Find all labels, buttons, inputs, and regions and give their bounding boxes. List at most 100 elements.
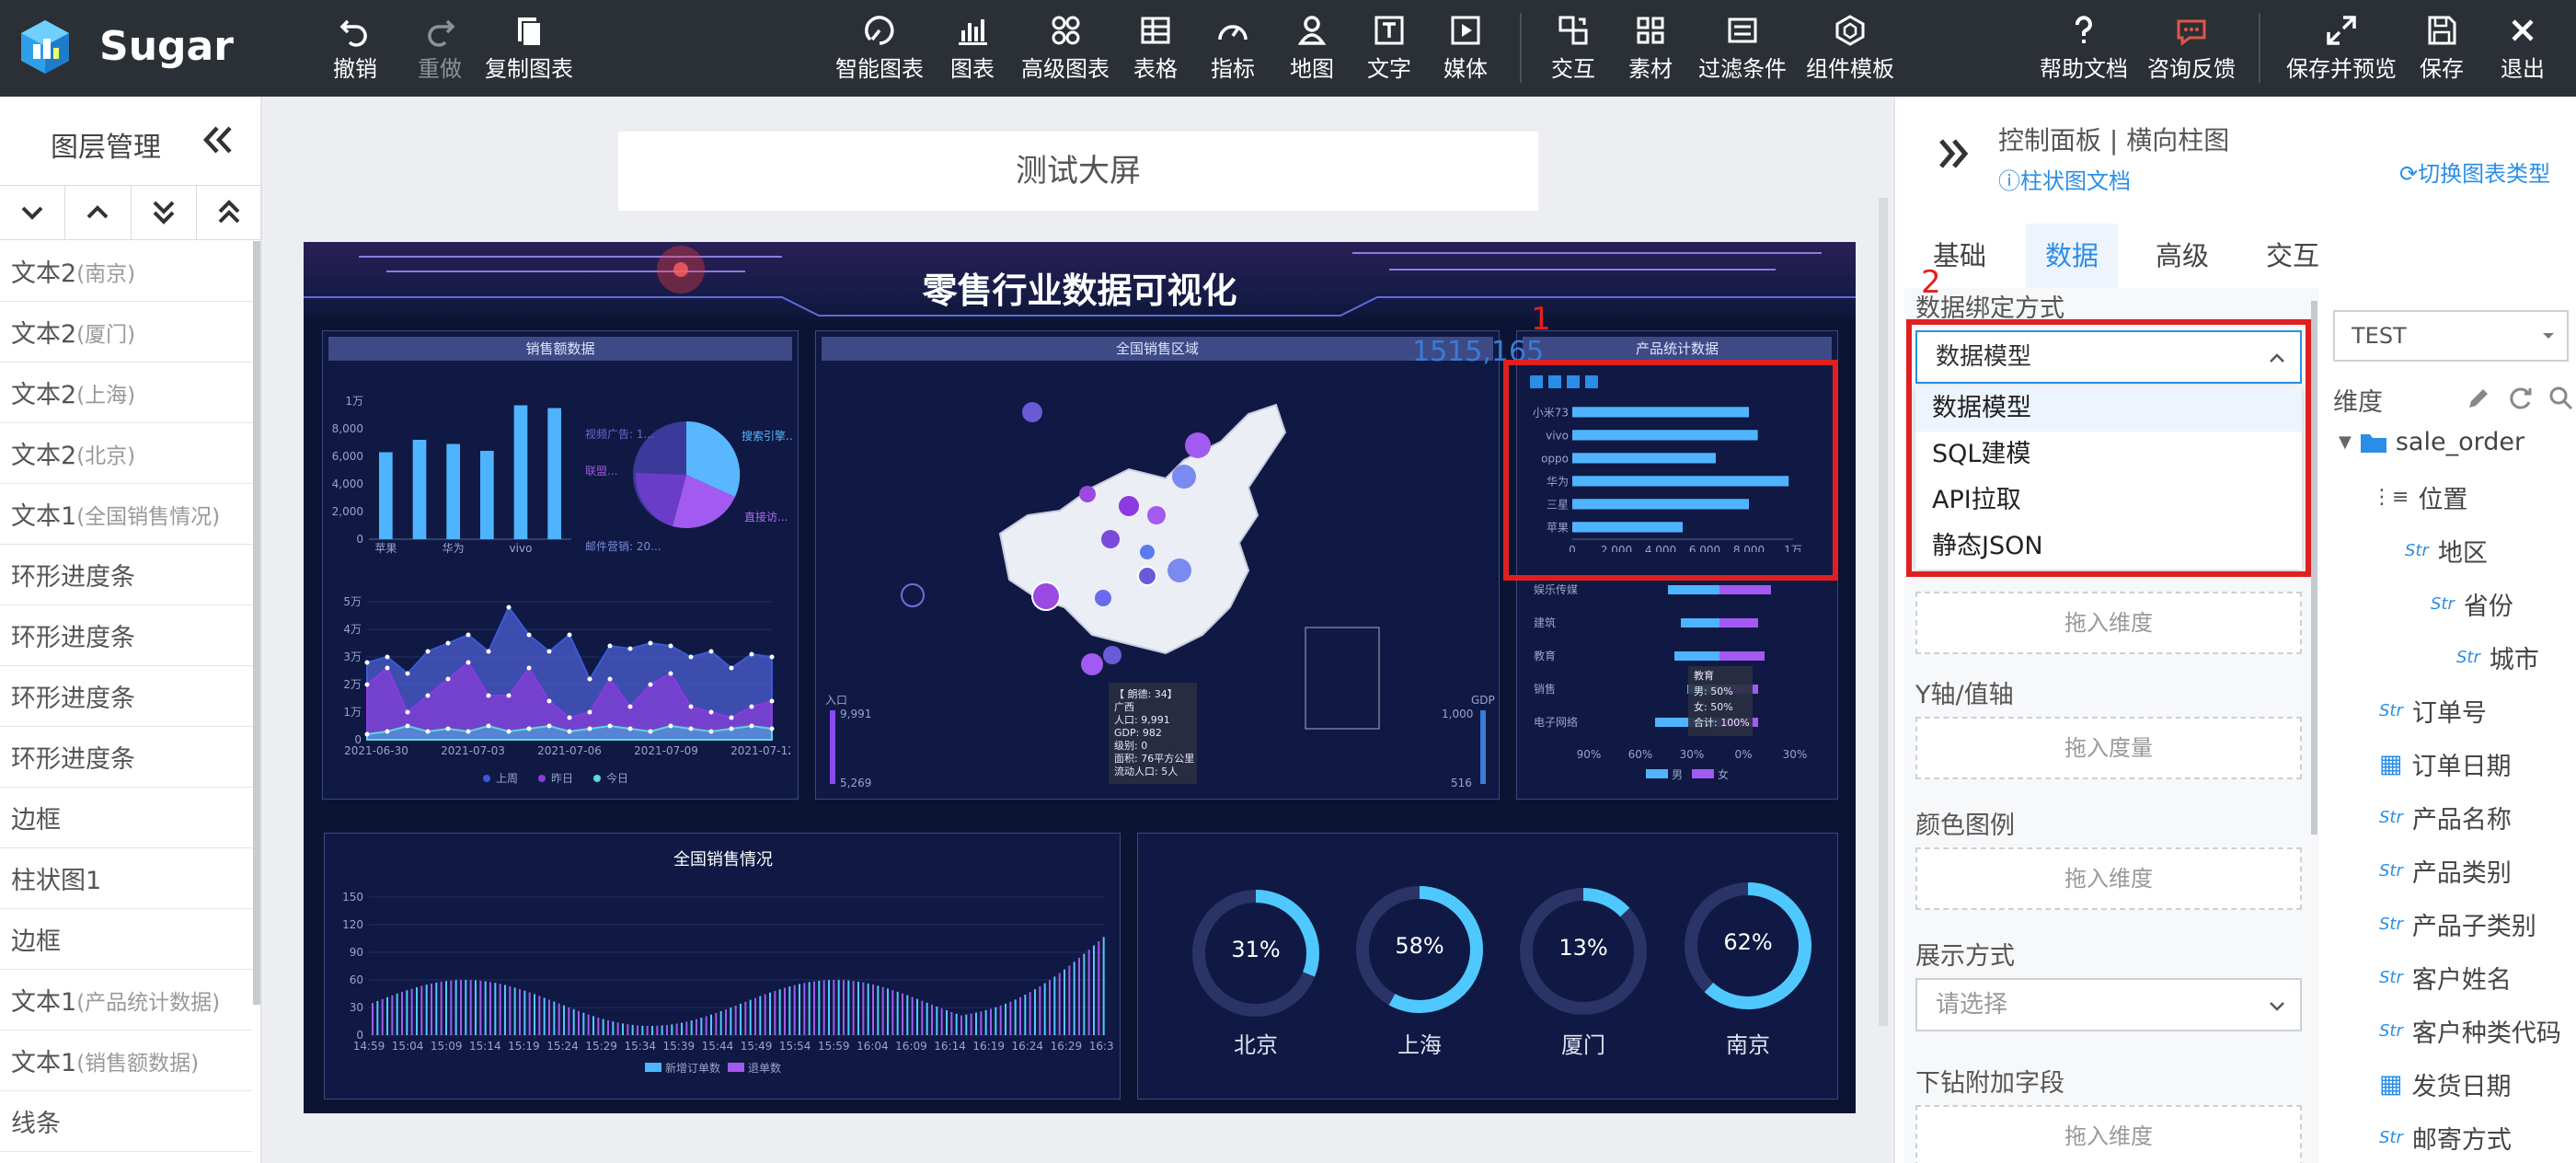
x-tick-label: 16:19 <box>972 1040 1005 1053</box>
switch-chart-type-button[interactable]: ⟳切换图表类型 <box>2399 155 2550 188</box>
filter-button[interactable]: 过滤条件 <box>1698 9 1787 88</box>
advanced-chart-button[interactable]: 高级图表 <box>1021 9 1110 88</box>
tree-field[interactable]: Str 邮寄方式 <box>2379 1120 2512 1156</box>
layer-panel-title: 图层管理 <box>51 132 161 164</box>
move-bottom-button[interactable] <box>132 186 197 239</box>
refresh-icon[interactable] <box>2506 384 2536 413</box>
move-up-button[interactable] <box>65 186 132 239</box>
tab-interaction[interactable]: 交互 <box>2247 224 2339 288</box>
tree-field[interactable]: Str 省份 <box>2431 586 2513 622</box>
redo-button[interactable]: 重做 <box>418 9 462 88</box>
field-name: 产品子类别 <box>2411 913 2536 941</box>
layer-scrollbar[interactable] <box>253 241 260 1005</box>
page-title[interactable]: 测试大屏 <box>618 132 1538 211</box>
series-point <box>385 654 390 660</box>
sales-panel[interactable]: 销售额数据 1万 8,000 6,000 4,000 2,000 0 苹果 华为 vivo 搜索… <box>322 330 799 800</box>
tree-field[interactable]: Str 城市 <box>2456 639 2539 675</box>
dataset-select[interactable]: TEST <box>2333 310 2569 362</box>
x-tick-label: 30% <box>1783 748 1808 761</box>
canvas-scrollbar[interactable] <box>1879 198 1888 1026</box>
tree-field[interactable]: Str 客户姓名 <box>2379 960 2512 996</box>
tree-field[interactable]: Str 产品子类别 <box>2379 906 2536 942</box>
edit-icon[interactable] <box>2464 384 2493 413</box>
legend-label: 上周 <box>496 772 518 785</box>
series-point <box>546 649 552 654</box>
color-drop-zone[interactable]: 拖入维度 <box>1915 847 2302 910</box>
help-doc-button[interactable]: 帮助文档 <box>2040 9 2128 88</box>
table-button[interactable]: 表格 <box>1133 9 1178 88</box>
x-tick-label: 16:04 <box>857 1040 889 1053</box>
tab-data[interactable]: 数据 <box>2026 224 2118 288</box>
tree-field[interactable]: Str 地区 <box>2405 533 2488 569</box>
layer-item[interactable]: 文本2 (上海) <box>0 363 253 423</box>
interaction-button[interactable]: 交互 <box>1551 9 1595 88</box>
china-map: 入口 9,991 5,269 GDP 1,000 516 【 朗德: 34】广西… <box>825 402 1495 789</box>
layer-item[interactable]: 柱状图1 <box>0 848 253 909</box>
layer-item[interactable]: 环形进度条 <box>0 666 253 727</box>
smart-chart-icon <box>865 16 894 45</box>
text-button[interactable]: 文字 <box>1367 9 1411 88</box>
tree-field[interactable]: ▦ 发货日期 <box>2379 1066 2512 1102</box>
layer-item[interactable]: 环形进度条 <box>0 545 253 605</box>
assets-button[interactable]: 素材 <box>1628 9 1673 88</box>
series-point <box>425 693 431 698</box>
tree-field[interactable]: Str 产品类别 <box>2379 853 2512 889</box>
layer-item[interactable]: 文本2 (南京) <box>0 241 253 302</box>
layer-item[interactable]: 环形进度条 <box>0 605 253 666</box>
tree-field[interactable]: ▦ 订单日期 <box>2379 746 2512 782</box>
tab-advanced[interactable]: 高级 <box>2136 224 2228 288</box>
undo-button[interactable]: 撤销 <box>333 9 377 88</box>
save-button[interactable]: 保存 <box>2420 9 2464 88</box>
layer-item[interactable]: 文本1 (销售额数据) <box>0 1031 253 1091</box>
map-tooltip-line: 【 朗德: 34】 <box>1114 687 1178 700</box>
media-button[interactable]: 媒体 <box>1443 9 1488 88</box>
copy-chart-button[interactable]: 复制图表 <box>485 9 573 88</box>
collapse-left-icon[interactable] <box>197 119 239 161</box>
dimension-drop-zone[interactable]: 拖入维度 <box>1915 592 2302 654</box>
layer-item[interactable]: 环形进度条 <box>0 727 253 788</box>
city-progress-panel[interactable]: 31% 58% 13% 62% 北京 上海 厦门 南京 <box>1137 833 1838 1100</box>
move-down-button[interactable] <box>0 186 66 239</box>
x-tick-label: 15:59 <box>818 1040 850 1053</box>
tree-root[interactable]: ▼ sale_order <box>2339 428 2524 456</box>
feedback-button[interactable]: 咨询反馈 <box>2147 9 2236 88</box>
metric-button[interactable]: 指标 <box>1211 9 1255 88</box>
smart-chart-button[interactable]: 智能图表 <box>835 9 924 88</box>
tree-node-location[interactable]: ⋮≡ 位置 <box>2372 479 2467 515</box>
series-point <box>466 632 471 638</box>
expand-right-icon[interactable] <box>1932 132 1976 176</box>
tree-field[interactable]: Str 订单号 <box>2379 693 2487 729</box>
x-tick-label: 2021-06-30 <box>344 744 408 757</box>
display-mode-select[interactable]: 请选择 <box>1915 978 2302 1031</box>
layer-item[interactable]: 文本2 (厦门) <box>0 302 253 363</box>
region-panel[interactable]: 全国销售区域 入口 9,991 5,269 GDP 1,000 516 【 朗德… <box>815 330 1500 800</box>
legend-label: 新增订单数 <box>665 1061 720 1075</box>
move-top-button[interactable] <box>197 186 262 239</box>
exit-button[interactable]: 退出 <box>2501 9 2545 88</box>
layer-item[interactable]: 边框 <box>0 788 253 848</box>
pie-label: 邮件营销: 20... <box>585 540 661 553</box>
measure-drop-zone[interactable]: 拖入度量 <box>1915 717 2302 779</box>
save-preview-button[interactable]: 保存并预览 <box>2286 9 2397 88</box>
series-point <box>627 646 633 651</box>
tree-field[interactable]: Str 客户种类代码 <box>2379 1013 2561 1049</box>
national-sales-panel[interactable]: 全国销售情况 150 120 90 60 30 0 14:59 15:04 15:09 15:14… <box>324 833 1121 1100</box>
chart-doc-link[interactable]: ⓘ柱状图文档 <box>1998 163 2131 195</box>
x-tick-label: 15:19 <box>508 1040 540 1053</box>
field-name: 地区 <box>2437 539 2488 568</box>
layer-item[interactable]: 线条 <box>0 1091 253 1152</box>
drill-drop-zone[interactable]: 拖入维度 <box>1915 1105 2302 1163</box>
map-button[interactable]: 地图 <box>1290 9 1334 88</box>
component-template-button[interactable]: 组件模板 <box>1806 9 1894 88</box>
layer-item[interactable]: 文本2 (北京) <box>0 423 253 484</box>
form-scrollbar[interactable] <box>2311 301 2317 835</box>
toolbar-divider <box>1520 13 1522 83</box>
layer-item[interactable]: 边框 <box>0 909 253 970</box>
chart-button[interactable]: 图表 <box>950 9 995 88</box>
y-tick-label: 0 <box>356 533 363 546</box>
search-icon[interactable] <box>2547 384 2576 413</box>
tree-field[interactable]: Str 产品名称 <box>2379 800 2512 835</box>
double-chevron-down-icon <box>153 201 175 225</box>
layer-item[interactable]: 文本1 (产品统计数据) <box>0 970 253 1031</box>
layer-item[interactable]: 文本1 (全国销售情况) <box>0 484 253 545</box>
